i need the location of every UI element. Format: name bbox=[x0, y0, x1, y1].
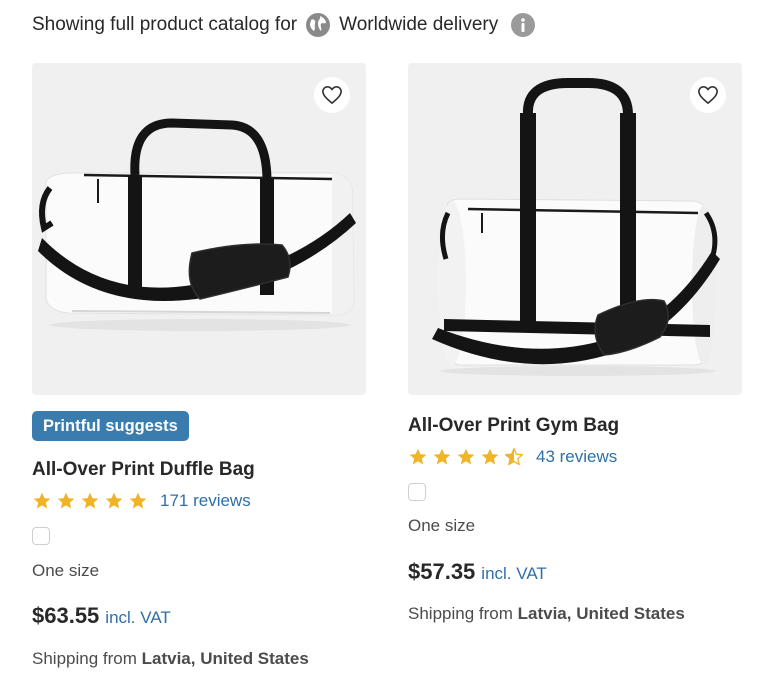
reviews-link[interactable]: 43 reviews bbox=[536, 447, 617, 467]
shipping-prefix: Shipping from bbox=[408, 604, 518, 623]
product-price: $57.35 incl. VAT bbox=[408, 559, 547, 585]
color-swatch-checkbox[interactable] bbox=[408, 483, 426, 501]
rating-gym-bag[interactable]: 43 reviews bbox=[408, 447, 617, 467]
heart-icon bbox=[322, 86, 342, 104]
reviews-link[interactable]: 171 reviews bbox=[160, 491, 251, 511]
shipping-origin: Shipping from Latvia, United States bbox=[408, 604, 685, 624]
price-amount: $57.35 bbox=[408, 559, 476, 584]
product-card-gym-bag[interactable] bbox=[408, 63, 742, 395]
product-title-duffle-bag[interactable]: All-Over Print Duffle Bag bbox=[32, 459, 255, 481]
heart-icon bbox=[698, 86, 718, 104]
delivery-region-link[interactable]: Worldwide delivery bbox=[339, 14, 498, 36]
star-icon bbox=[456, 447, 476, 467]
gym-bag-image bbox=[432, 78, 720, 376]
star-icon bbox=[432, 447, 452, 467]
info-icon[interactable] bbox=[510, 12, 536, 38]
shipping-origin: Shipping from Latvia, United States bbox=[32, 649, 309, 669]
star-half-icon bbox=[504, 447, 524, 467]
favorite-heart-button[interactable] bbox=[690, 77, 726, 113]
color-swatch-checkbox[interactable] bbox=[32, 527, 50, 545]
star-icon bbox=[480, 447, 500, 467]
star-rating bbox=[32, 491, 148, 511]
catalog-region-bar: Showing full product catalog for Worldwi… bbox=[32, 10, 536, 40]
globe-icon bbox=[305, 12, 331, 38]
product-price: $63.55 incl. VAT bbox=[32, 603, 171, 629]
star-icon bbox=[32, 491, 52, 511]
product-size-text: One size bbox=[408, 516, 476, 535]
shipping-countries: Latvia, United States bbox=[141, 649, 309, 668]
shipping-prefix: Shipping from bbox=[32, 649, 142, 668]
product-size-text: One size bbox=[32, 561, 100, 580]
product-image-duffle-bag[interactable] bbox=[32, 63, 366, 395]
price-amount: $63.55 bbox=[32, 603, 100, 628]
favorite-heart-button[interactable] bbox=[314, 77, 350, 113]
product-image-gym-bag[interactable] bbox=[408, 63, 742, 395]
star-icon bbox=[104, 491, 124, 511]
product-card-duffle-bag[interactable] bbox=[32, 63, 366, 395]
duffle-bag-image bbox=[38, 118, 356, 331]
product-title-gym-bag[interactable]: All-Over Print Gym Bag bbox=[408, 415, 619, 437]
star-rating bbox=[408, 447, 524, 467]
shipping-countries: Latvia, United States bbox=[517, 604, 685, 623]
catalog-prefix-text: Showing full product catalog for bbox=[32, 14, 298, 35]
vat-note: incl. VAT bbox=[481, 564, 547, 583]
star-icon bbox=[80, 491, 100, 511]
star-icon bbox=[128, 491, 148, 511]
rating-duffle-bag[interactable]: 171 reviews bbox=[32, 491, 251, 511]
vat-note: incl. VAT bbox=[105, 608, 171, 627]
star-icon bbox=[56, 491, 76, 511]
printful-suggests-badge: Printful suggests bbox=[32, 411, 189, 441]
star-icon bbox=[408, 447, 428, 467]
